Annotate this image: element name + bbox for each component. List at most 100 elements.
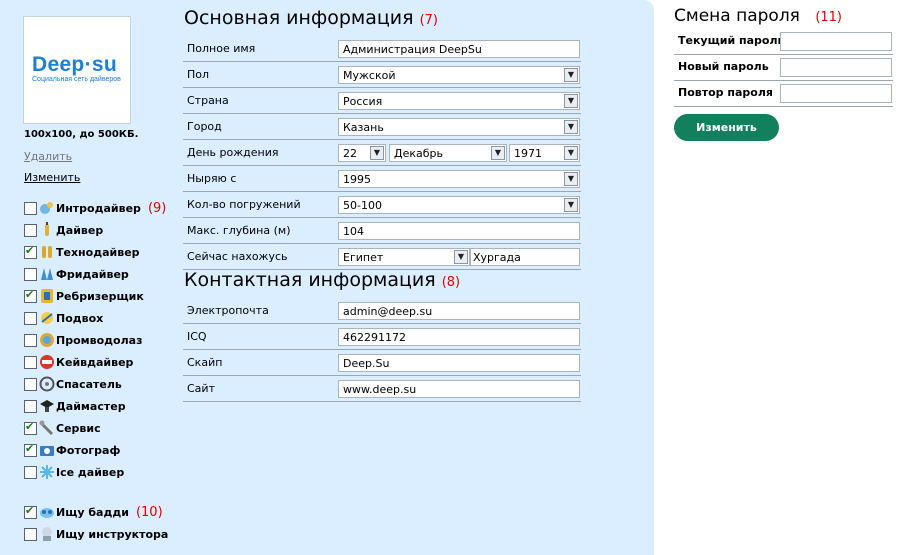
chevron-down-icon[interactable]: ▼: [564, 120, 578, 134]
chevron-down-icon[interactable]: ▼: [564, 198, 578, 212]
service-icon: [39, 420, 55, 436]
site-input[interactable]: www.deep.su: [338, 380, 580, 398]
current-password-label: Текущий пароль: [678, 34, 785, 47]
avatar: Deep·su Социальная сеть дайверов: [23, 16, 131, 124]
contact-info-title: Контактная информация (8): [184, 269, 461, 291]
password-table: Текущий пароль Новый пароль Повтор парол…: [674, 29, 893, 107]
site-label: Сайт: [187, 382, 215, 395]
checkbox[interactable]: [24, 311, 37, 325]
checkbox-row[interactable]: Фотограф: [24, 440, 120, 460]
city-label: Город: [187, 120, 222, 133]
max-depth-input[interactable]: 104: [338, 222, 580, 240]
checkbox[interactable]: [24, 267, 37, 281]
chevron-down-icon[interactable]: ▼: [564, 146, 578, 160]
icq-label: ICQ: [187, 330, 207, 343]
country-select[interactable]: Россия ▼: [338, 92, 580, 110]
checkbox-label: Ищу инструктора: [56, 527, 169, 541]
checkbox-row[interactable]: Ice дайвер: [24, 462, 124, 482]
basic-info-title: Основная информация (7): [184, 7, 438, 29]
diver-icon: [39, 222, 55, 238]
annotation-mark: (8): [441, 275, 461, 290]
chevron-down-icon[interactable]: ▼: [491, 146, 505, 160]
checkbox[interactable]: [24, 399, 37, 413]
checkbox[interactable]: [24, 442, 37, 457]
diving-since-select[interactable]: 1995 ▼: [338, 170, 580, 188]
checkbox-row[interactable]: Ребризерщик: [24, 286, 144, 306]
new-password-input[interactable]: [780, 58, 892, 77]
checkbox-label: Спасатель: [56, 377, 122, 391]
location-row: Сейчас нахожусь Египет ▼ Хургада: [183, 244, 581, 270]
checkbox-row[interactable]: Спасатель: [24, 374, 122, 394]
checkbox-row[interactable]: Ищу инструктора: [24, 524, 168, 544]
current-password-input[interactable]: [780, 32, 892, 51]
basic-info-table: Полное имя Администрация DeepSu Пол Мужс…: [183, 36, 581, 270]
chevron-down-icon[interactable]: ▼: [454, 250, 468, 264]
dives-count-label: Кол-во погружений: [187, 198, 301, 211]
chevron-down-icon[interactable]: ▼: [564, 94, 578, 108]
checkbox-label: Ищу бадди: [56, 505, 129, 519]
checkbox[interactable]: [24, 355, 37, 369]
checkbox-row[interactable]: Промводолаз: [24, 330, 142, 350]
new-password-row: Новый пароль: [674, 55, 893, 81]
checkbox-row[interactable]: Даймастер: [24, 396, 126, 416]
checkbox-label: Ребризерщик: [56, 289, 144, 303]
checkbox[interactable]: [24, 377, 37, 391]
dives-count-select[interactable]: 50-100 ▼: [338, 196, 580, 214]
checkbox-row[interactable]: Кейвдайвер: [24, 352, 133, 372]
email-input[interactable]: admin@deep.su: [338, 302, 580, 320]
annotation-mark: (11): [815, 10, 842, 25]
checkbox[interactable]: [24, 244, 37, 259]
checkbox-row[interactable]: Фридайвер: [24, 264, 129, 284]
birth-year-select[interactable]: 1971 ▼: [509, 144, 580, 162]
checkbox-row[interactable]: Дайвер: [24, 220, 103, 240]
freediver-icon: [39, 266, 55, 282]
intro-diver-icon: [39, 200, 55, 216]
checkbox[interactable]: [24, 527, 37, 541]
checkbox-label: Дайвер: [56, 223, 104, 237]
skype-label: Скайп: [187, 356, 223, 369]
birth-month-select[interactable]: Декабрь ▼: [389, 144, 507, 162]
checkbox-row[interactable]: Интродайвер (9): [24, 198, 166, 218]
annotation-mark: (9): [147, 200, 167, 216]
checkbox[interactable]: [24, 223, 37, 237]
checkbox[interactable]: [24, 420, 37, 435]
full-name-row: Полное имя Администрация DeepSu: [183, 36, 581, 62]
birth-day-select[interactable]: 22 ▼: [338, 144, 386, 162]
icq-row: ICQ 462291172: [183, 324, 581, 350]
checkbox-label: Сервис: [56, 421, 101, 435]
checkbox[interactable]: [24, 465, 37, 479]
repeat-password-row: Повтор пароля: [674, 81, 893, 107]
birthday-label: День рождения: [187, 146, 279, 159]
icq-input[interactable]: 462291172: [338, 328, 580, 346]
checkbox[interactable]: [24, 201, 37, 215]
chevron-down-icon[interactable]: ▼: [564, 68, 578, 82]
checkbox-row[interactable]: Сервис: [24, 418, 101, 438]
checkbox-row[interactable]: Технодайвер: [24, 242, 140, 262]
delete-avatar-link[interactable]: Удалить: [24, 150, 72, 163]
diving-since-row: Ныряю с 1995 ▼: [183, 166, 581, 192]
repeat-password-label: Повтор пароля: [678, 86, 773, 99]
gender-select[interactable]: Мужской ▼: [338, 66, 580, 84]
change-avatar-link[interactable]: Изменить: [24, 171, 80, 184]
checkbox[interactable]: [24, 288, 37, 303]
birthday-row: День рождения 22 ▼ Декабрь ▼ 1971 ▼: [183, 140, 581, 166]
tech-diver-icon: [39, 244, 55, 260]
skype-input[interactable]: Deep.Su: [338, 354, 580, 372]
location-city-input[interactable]: Хургада: [470, 248, 580, 266]
full-name-input[interactable]: Администрация DeepSu: [338, 40, 580, 58]
email-label: Электропочта: [187, 304, 269, 317]
checkbox-row[interactable]: Ищу бадди (10): [24, 502, 163, 522]
checkbox-row[interactable]: Подвох: [24, 308, 103, 328]
checkbox[interactable]: [24, 504, 37, 519]
location-label: Сейчас нахожусь: [187, 250, 288, 263]
chevron-down-icon[interactable]: ▼: [370, 146, 384, 160]
location-country-select[interactable]: Египет ▼: [338, 248, 470, 266]
divemaster-icon: [39, 398, 55, 414]
repeat-password-input[interactable]: [780, 84, 892, 103]
current-password-row: Текущий пароль: [674, 29, 893, 55]
city-select[interactable]: Казань ▼: [338, 118, 580, 136]
change-password-button[interactable]: Изменить: [674, 114, 779, 141]
avatar-size-note: 100x100, до 500КБ.: [24, 129, 139, 140]
checkbox[interactable]: [24, 333, 37, 347]
chevron-down-icon[interactable]: ▼: [564, 172, 578, 186]
